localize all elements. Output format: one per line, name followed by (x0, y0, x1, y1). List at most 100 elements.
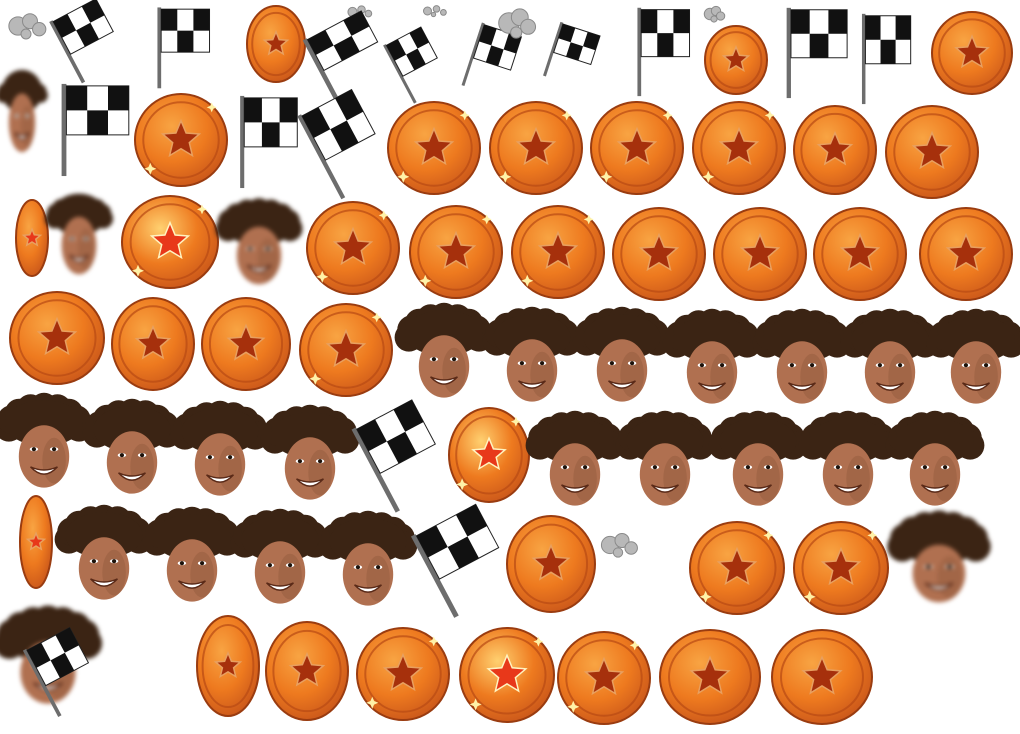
face-sprite (82, 398, 182, 502)
face-sprite (0, 392, 94, 496)
coin-sprite (930, 10, 1014, 96)
dust-sprite (8, 10, 48, 42)
coin-icon (931, 11, 1013, 95)
coin-sprite (792, 520, 890, 616)
coin-sprite (770, 628, 874, 726)
coin-icon (306, 201, 400, 295)
face-icon (44, 193, 114, 275)
flag-sprite (232, 92, 300, 190)
dust-icon (600, 532, 638, 558)
face-icon (752, 308, 852, 404)
face-sprite (170, 400, 270, 504)
coin-sprite (488, 100, 584, 196)
flag-sprite (410, 503, 504, 618)
coin-icon (713, 207, 807, 301)
face-sprite (525, 410, 625, 514)
flag-icon (861, 13, 912, 105)
face-icon (615, 410, 715, 506)
coin-icon (121, 195, 219, 289)
face-icon (142, 506, 242, 602)
coin-sprite (812, 206, 908, 302)
dust-icon (8, 13, 47, 40)
flag-sprite (855, 10, 913, 106)
coin-sprite (658, 628, 762, 726)
face-sprite (260, 404, 360, 508)
coin-sprite (355, 626, 451, 722)
flag-sprite (302, 10, 383, 99)
coin-sprite (200, 296, 292, 392)
face-icon (708, 410, 808, 506)
face-sprite (662, 308, 762, 412)
face-icon (572, 306, 672, 402)
face-icon (260, 404, 360, 500)
dust-sprite (600, 530, 640, 560)
coin-icon (659, 629, 761, 725)
dust-sprite (703, 4, 726, 24)
face-icon (230, 508, 330, 604)
face-icon (885, 410, 985, 506)
face-sprite (54, 504, 154, 608)
coin-icon (299, 303, 393, 397)
coin-sprite (264, 620, 350, 722)
coin-sprite (712, 206, 808, 302)
flag-icon (157, 7, 211, 89)
face-icon (215, 198, 303, 285)
face-icon (482, 306, 582, 402)
coin-icon (19, 495, 53, 589)
face-icon (525, 410, 625, 506)
face-icon (798, 410, 898, 506)
face-sprite (0, 62, 48, 160)
coin-icon (9, 291, 105, 385)
coin-icon (704, 25, 768, 95)
coin-icon (506, 515, 596, 613)
coin-sprite (447, 406, 531, 504)
coin-sprite (8, 290, 106, 386)
coin-sprite (703, 24, 769, 96)
coin-sprite (245, 4, 307, 84)
coin-sprite (688, 520, 786, 616)
flag-icon (543, 21, 601, 77)
flag-icon (383, 26, 438, 104)
face-sprite (482, 306, 582, 410)
flag-sprite (150, 4, 212, 90)
flag-sprite (778, 4, 850, 100)
face-sprite (230, 508, 330, 612)
coin-sprite (386, 100, 482, 196)
coin-sprite (589, 100, 685, 196)
flag-icon (240, 95, 298, 189)
coin-icon (771, 629, 873, 725)
coin-icon (448, 407, 530, 503)
flag-icon (297, 88, 376, 200)
face-sprite (887, 510, 991, 610)
coin-sprite (120, 194, 220, 290)
face-icon (82, 398, 182, 494)
flag-icon (786, 7, 848, 99)
dust-icon (422, 5, 447, 18)
coin-icon (557, 631, 651, 725)
coin-sprite (305, 200, 401, 296)
coin-sprite (110, 296, 196, 392)
face-icon (170, 400, 270, 496)
coin-sprite (505, 514, 597, 614)
face-icon (840, 308, 940, 404)
flag-icon (61, 83, 130, 177)
coin-sprite (18, 494, 54, 590)
coin-sprite (510, 204, 606, 300)
face-sprite (708, 410, 808, 514)
face-sprite (215, 196, 303, 292)
dust-icon (498, 8, 537, 39)
coin-icon (489, 101, 583, 195)
face-icon (0, 392, 94, 488)
coin-icon (590, 101, 684, 195)
coin-sprite (884, 104, 980, 200)
coin-icon (387, 101, 481, 195)
coin-icon (919, 207, 1013, 301)
coin-icon (689, 521, 785, 615)
flag-icon (22, 626, 90, 717)
face-sprite (885, 410, 985, 514)
face-sprite (318, 510, 418, 614)
face-icon (394, 302, 494, 398)
coin-icon (356, 627, 450, 721)
coin-icon (409, 205, 503, 299)
flag-sprite (297, 88, 379, 200)
